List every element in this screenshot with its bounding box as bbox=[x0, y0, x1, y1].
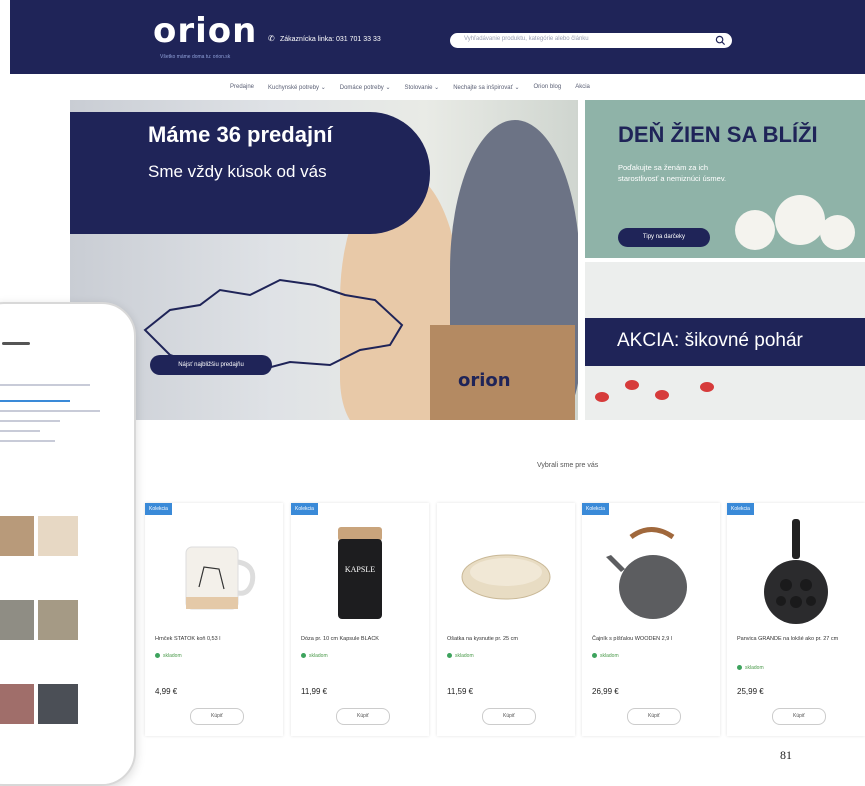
phone-text: Zákaznícka linka: 031 701 33 33 bbox=[280, 36, 381, 43]
product-price: 26,99 € bbox=[592, 687, 619, 696]
hero-title: Máme 36 predajní bbox=[148, 122, 333, 147]
gift-tips-button[interactable]: Tipy na darčeky bbox=[618, 228, 710, 247]
product-card[interactable]: Ošatka na kysnutie pr. 25 cm skladom 11,… bbox=[437, 503, 575, 736]
strawberry-decoration bbox=[655, 390, 669, 400]
thumbnail-image bbox=[38, 600, 78, 640]
buy-button[interactable]: Kúpiť bbox=[627, 708, 681, 725]
thumbnail-image bbox=[38, 684, 78, 724]
product-badge: Kolekcia bbox=[582, 503, 609, 515]
flower-decoration bbox=[775, 195, 825, 245]
section-title: Vybrali sme pre vás bbox=[537, 462, 599, 469]
product-badge: Kolekcia bbox=[727, 503, 754, 515]
promo-womens-day[interactable]: DEŇ ŽIEN SA BLÍŽI Poďakujte sa ženám za … bbox=[585, 100, 865, 258]
product-price: 25,99 € bbox=[737, 687, 764, 696]
product-price: 4,99 € bbox=[155, 687, 178, 696]
pan-image bbox=[764, 519, 828, 624]
jar-image: KAPSLE bbox=[338, 527, 382, 619]
product-card[interactable]: Kolekcia Hrnček STATOK koň 0,53 l sklado… bbox=[145, 503, 283, 736]
strawberry-decoration bbox=[625, 380, 639, 390]
hero-subtitle: Sme vždy kúsok od vás bbox=[148, 162, 327, 181]
nav-item-inspiracia[interactable]: Nechajte sa inšpirovať ⌄ bbox=[453, 84, 519, 91]
product-stock: skladom bbox=[155, 653, 182, 659]
product-price: 11,99 € bbox=[301, 687, 328, 696]
phone-icon: ✆ bbox=[268, 34, 275, 43]
svg-text:KAPSLE: KAPSLE bbox=[345, 565, 375, 574]
thumbnail-image bbox=[0, 684, 34, 724]
promo-akcia-title: AKCIA: šikovné pohár bbox=[617, 330, 803, 351]
search-input[interactable]: Vyhľadávanie produktu, kategórie alebo č… bbox=[450, 33, 732, 48]
promo-womens-day-text: Poďakujte sa ženám za ich starostlivosť … bbox=[618, 163, 727, 183]
flower-decoration bbox=[735, 210, 775, 250]
product-name[interactable]: Panvica GRANDE na lokšé ako pr. 27 cm bbox=[737, 635, 859, 644]
product-card[interactable]: Kolekcia Čajník s píšťalou WOODEN 2,9 l … bbox=[582, 503, 720, 736]
main-nav: Predajne Kuchynské potreby ⌄ Domáce potr… bbox=[230, 84, 590, 91]
nav-item-kuchynske[interactable]: Kuchynské potreby ⌄ bbox=[268, 84, 326, 91]
customer-phone[interactable]: ✆ Zákaznícka linka: 031 701 33 33 bbox=[268, 34, 381, 44]
search-placeholder: Vyhľadávanie produktu, kategórie alebo č… bbox=[464, 36, 589, 42]
mug-image bbox=[185, 546, 256, 610]
nav-item-akcia[interactable]: Akcia bbox=[575, 84, 590, 91]
product-card[interactable]: Kolekcia KAPSLE Dóza pr. 10 cm Kapsule B… bbox=[291, 503, 429, 736]
site-header: orion Všetko máme doma tu: orion.sk ✆ Zák… bbox=[10, 0, 865, 74]
proofing-basket-image bbox=[461, 554, 551, 600]
nav-item-blog[interactable]: Orion blog bbox=[534, 84, 562, 91]
nav-item-stolovanie[interactable]: Stolovanie ⌄ bbox=[404, 84, 439, 91]
phone-speaker bbox=[2, 342, 30, 345]
thumbnail-image bbox=[0, 600, 34, 640]
nav-item-domace[interactable]: Domáce potreby ⌄ bbox=[340, 84, 391, 91]
thumbnail-image bbox=[38, 516, 78, 556]
nav-item-predajne[interactable]: Predajne bbox=[230, 84, 254, 91]
strawberry-decoration bbox=[700, 382, 714, 392]
page-number: 81 bbox=[780, 748, 792, 762]
product-name[interactable]: Hrnček STATOK koň 0,53 l bbox=[155, 635, 277, 644]
product-stock: skladom bbox=[592, 653, 619, 659]
buy-button[interactable]: Kúpiť bbox=[482, 708, 536, 725]
hero-banner[interactable]: Máme 36 predajní Sme vždy kúsok od vás N… bbox=[70, 100, 578, 420]
product-name[interactable]: Čajník s píšťalou WOODEN 2,9 l bbox=[592, 635, 714, 644]
product-name[interactable]: Dóza pr. 10 cm Kapsule BLACK bbox=[301, 635, 423, 644]
phone-screen bbox=[0, 366, 114, 784]
product-badge: Kolekcia bbox=[291, 503, 318, 515]
product-card[interactable]: Kolekcia Panvica GRANDE na lokšé ako pr.… bbox=[727, 503, 865, 736]
promo-akcia-glasses[interactable]: AKCIA: šikovné pohár bbox=[585, 262, 865, 420]
product-stock: skladom bbox=[301, 653, 328, 659]
product-name[interactable]: Ošatka na kysnutie pr. 25 cm bbox=[447, 635, 569, 644]
logo-tagline: Všetko máme doma tu: orion.sk bbox=[160, 54, 231, 60]
buy-button[interactable]: Kúpiť bbox=[772, 708, 826, 725]
product-stock: skladom bbox=[447, 653, 474, 659]
thumbnail-image bbox=[0, 516, 34, 556]
bag-logo: orion bbox=[458, 370, 511, 391]
strawberry-decoration bbox=[595, 392, 609, 402]
product-stock: skladom bbox=[737, 665, 764, 671]
product-badge: Kolekcia bbox=[145, 503, 172, 515]
kettle-image bbox=[606, 527, 687, 619]
product-price: 11,59 € bbox=[447, 687, 474, 696]
buy-button[interactable]: Kúpiť bbox=[190, 708, 244, 725]
find-store-button[interactable]: Nájsť najbližšiu predajňu bbox=[150, 355, 272, 375]
orion-logo[interactable]: orion bbox=[153, 14, 257, 48]
phone-mockup bbox=[0, 302, 136, 786]
flower-decoration bbox=[820, 215, 855, 250]
promo-womens-day-title: DEŇ ŽIEN SA BLÍŽI bbox=[618, 122, 818, 147]
search-icon[interactable] bbox=[715, 35, 726, 46]
buy-button[interactable]: Kúpiť bbox=[336, 708, 390, 725]
